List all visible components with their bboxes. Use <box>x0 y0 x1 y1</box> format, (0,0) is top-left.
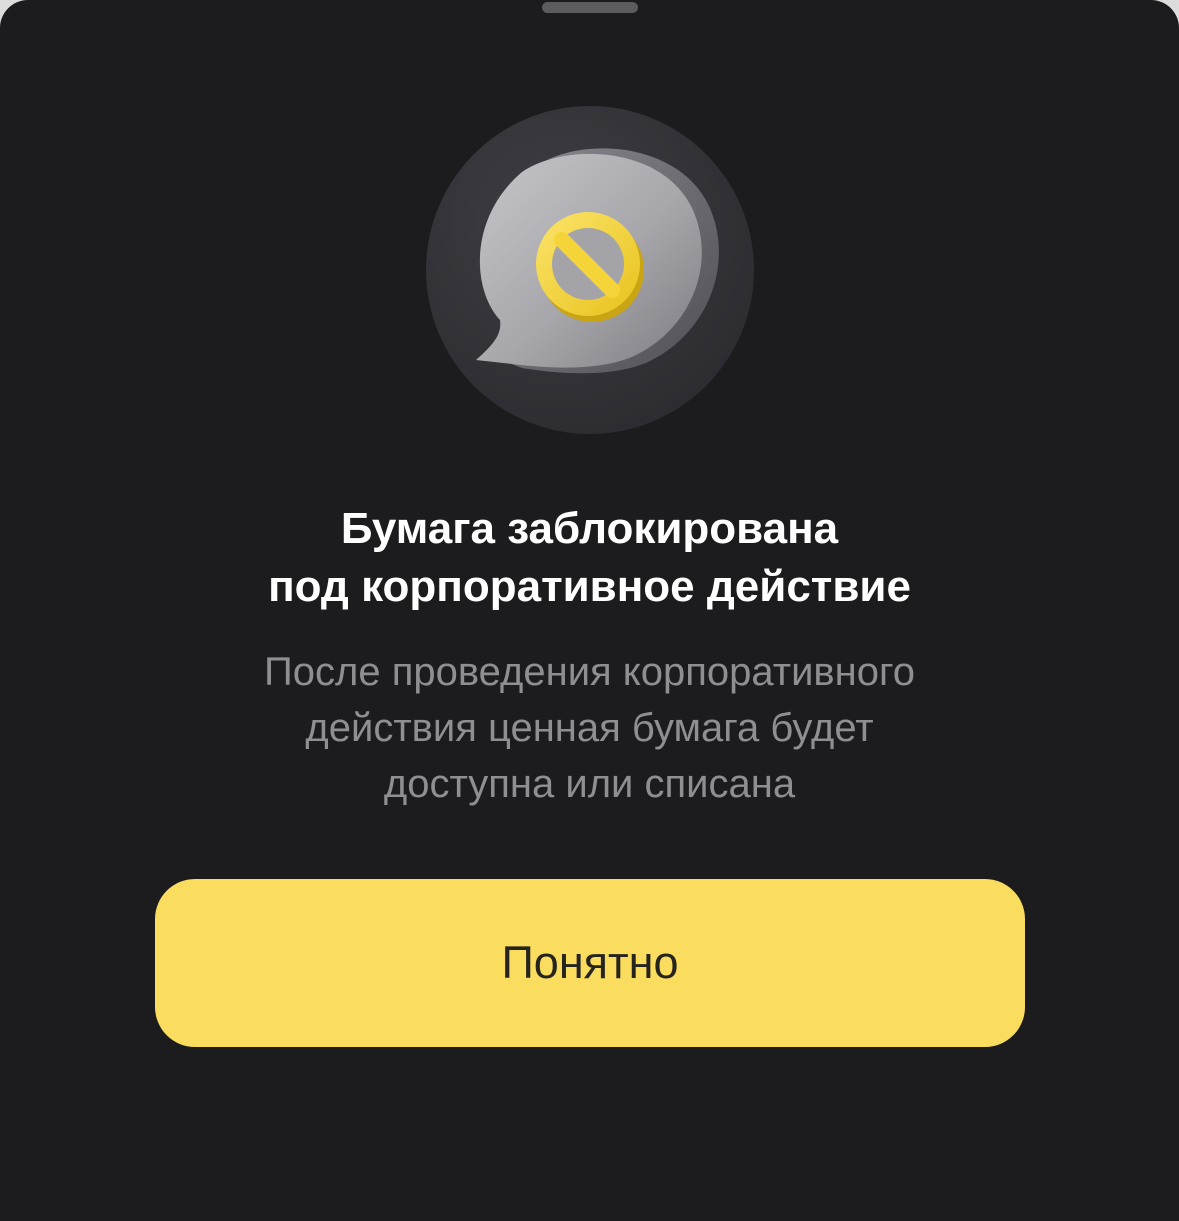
blocked-message-icon <box>426 106 754 434</box>
description-line-1: После проведения корпоративного <box>264 650 915 694</box>
sheet-grabber[interactable] <box>542 2 638 13</box>
title-line-2: под корпоративное действие <box>268 562 911 611</box>
description-line-2: действия ценная бумага будет <box>305 706 874 750</box>
got-it-button-label: Понятно <box>501 937 679 988</box>
bottom-sheet: Бумага заблокирована под корпоративное д… <box>0 0 1179 1221</box>
title-line-1: Бумага заблокирована <box>340 504 839 553</box>
description-line-3: доступна или списана <box>383 762 796 806</box>
sheet-description: После проведения корпоративного действия… <box>60 644 1119 812</box>
got-it-button[interactable]: Понятно <box>155 879 1025 1047</box>
sheet-title: Бумага заблокирована под корпоративное д… <box>60 500 1119 616</box>
